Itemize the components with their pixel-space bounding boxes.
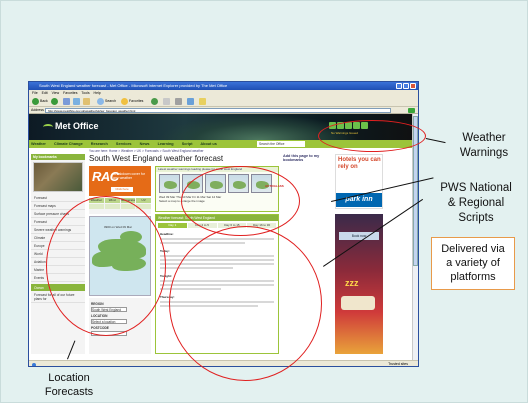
rac-text: Breakdown cover for any weather (113, 172, 146, 181)
callout-line: Weather (462, 132, 506, 144)
search-icon[interactable] (97, 98, 104, 105)
callout-line: & Regional (447, 197, 505, 209)
minimize-button[interactable] (396, 83, 402, 89)
location-highlight-ellipse (46, 196, 166, 336)
window-controls (396, 83, 416, 89)
vertical-scrollbar[interactable] (412, 114, 418, 360)
location-forecasts-callout: Location Forecasts (36, 371, 102, 399)
tab-day-1[interactable]: Day 1 (158, 223, 187, 228)
window-title: South West England weather forecast - Me… (39, 83, 228, 88)
address-label: Address (31, 108, 44, 112)
callout-line: platforms (450, 271, 496, 283)
stop-icon[interactable] (63, 98, 70, 105)
folder-icon[interactable] (199, 98, 206, 105)
go-button[interactable] (408, 108, 415, 113)
mail-icon[interactable] (163, 98, 170, 105)
met-office-logo[interactable]: Met Office (43, 121, 99, 131)
site-search-input[interactable]: Search the Office (257, 141, 305, 147)
nav-research[interactable]: Research (91, 142, 108, 146)
print-icon[interactable] (175, 98, 182, 105)
ad-bed-image (341, 296, 375, 310)
delivered-platforms-box: Delivered via a variety of platforms (431, 237, 515, 290)
park-inn-skyscraper-advert[interactable]: Book now zzz (335, 214, 383, 354)
add-bookmark-link[interactable]: Add this page to my bookmarks (283, 154, 331, 162)
favorites-label[interactable]: Favorites (129, 99, 143, 103)
callout-line: a variety of (446, 257, 500, 269)
home-icon[interactable] (83, 98, 90, 105)
warnings-highlight-ellipse (318, 120, 426, 152)
pws-scripts-callout: PWS National & Regional Scripts (431, 181, 521, 226)
search-label[interactable]: Search (105, 99, 116, 103)
edit-icon[interactable] (187, 98, 194, 105)
sidebar-header[interactable]: My bookmarks (31, 154, 85, 160)
park-inn-advert[interactable]: Hotels you can rely on park inn (335, 154, 383, 209)
back-arrow-icon[interactable] (32, 98, 39, 105)
weather-warnings-callout: Weather Warnings (449, 131, 519, 161)
close-button[interactable] (410, 83, 416, 89)
rac-advert[interactable]: RAC Breakdown cover for any weather Clic… (89, 166, 151, 196)
logo-swoosh-icon (43, 123, 53, 130)
ad-zzz-graphic: zzz (345, 278, 359, 288)
address-input[interactable]: http://www.metoffice.gov.uk/weather/uk/s… (45, 108, 391, 113)
refresh-icon[interactable] (73, 98, 80, 105)
address-bar: Address http://www.metoffice.gov.uk/weat… (29, 107, 418, 114)
ad-headline: Hotels you can rely on (338, 157, 381, 170)
tab-uv[interactable]: UV (136, 198, 151, 203)
callout-line: PWS National (440, 182, 512, 194)
nav-learning[interactable]: Learning (158, 142, 174, 146)
back-label[interactable]: Back (40, 99, 48, 103)
warnings-arrow (425, 138, 446, 144)
forecast-text-highlight-ellipse (169, 226, 322, 381)
forecast-map-thumbnail[interactable] (159, 174, 180, 193)
slide: South West England weather forecast - Me… (0, 0, 528, 403)
history-icon[interactable] (151, 98, 158, 105)
maximize-button[interactable] (403, 83, 409, 89)
callout-line: Forecasts (44, 386, 94, 398)
nav-news[interactable]: News (140, 142, 150, 146)
sidebar-item[interactable]: Forecast (31, 194, 85, 202)
favorites-star-icon[interactable] (121, 98, 128, 105)
browser-toolbar: Back Search Favorites (29, 96, 418, 107)
nav-climate-change[interactable]: Climate Change (54, 142, 83, 146)
callout-line: Warnings (459, 147, 509, 159)
nav-script[interactable]: Script (182, 142, 193, 146)
forecast-headline-label: Headline: (160, 232, 174, 236)
forward-arrow-icon[interactable] (51, 98, 58, 105)
rac-click-button[interactable]: Click here (111, 187, 133, 192)
page-title: South West England weather forecast (89, 154, 224, 163)
nav-weather[interactable]: Weather (31, 142, 46, 146)
nav-services[interactable]: Services (116, 142, 132, 146)
page-status-icon (32, 363, 36, 366)
callout-line: Scripts (458, 212, 494, 224)
breadcrumb[interactable]: You are here: Home > Weather > UK > Fore… (89, 149, 204, 153)
callout-line: Location (48, 372, 90, 384)
callout-line: Delivered via (441, 243, 505, 255)
nav-about-us[interactable]: About us (200, 142, 216, 146)
browser-titlebar: South West England weather forecast - Me… (29, 82, 418, 90)
security-zone-label: Trusted sites (388, 362, 408, 366)
logo-text: Met Office (55, 121, 99, 131)
sidebar-photo (33, 162, 83, 192)
